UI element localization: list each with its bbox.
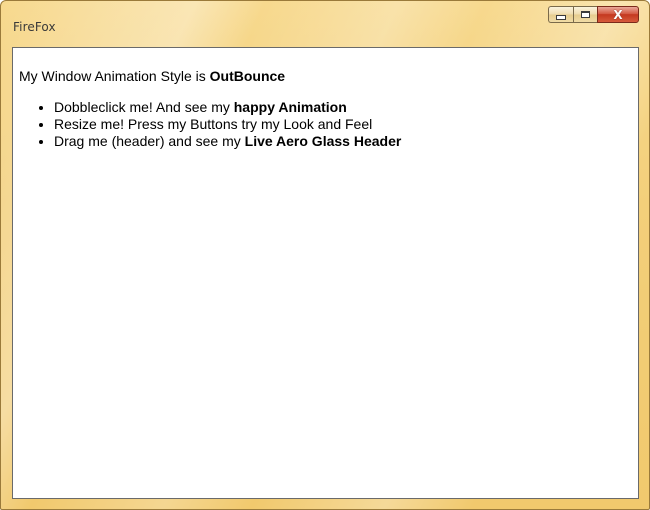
list-item-text: Resize me! Press my Buttons try my Look … bbox=[54, 116, 373, 132]
application-window: FireFox X My Window Animation Style is O… bbox=[0, 0, 650, 510]
intro-label: My Window Animation Style is bbox=[19, 68, 210, 84]
animation-style-value: OutBounce bbox=[209, 68, 286, 84]
window-controls: X bbox=[548, 6, 639, 24]
list-item: Dobbleclick me! And see my happy Animati… bbox=[54, 99, 401, 116]
list-item: Resize me! Press my Buttons try my Look … bbox=[54, 116, 401, 133]
minimize-button[interactable] bbox=[548, 6, 573, 23]
window-title: FireFox bbox=[13, 20, 56, 34]
close-icon: X bbox=[613, 7, 623, 22]
close-button[interactable]: X bbox=[597, 6, 639, 23]
minimize-icon bbox=[556, 14, 566, 20]
window-titlebar[interactable]: FireFox X bbox=[1, 1, 649, 47]
maximize-button[interactable] bbox=[573, 6, 597, 23]
instruction-list: Dobbleclick me! And see my happy Animati… bbox=[19, 99, 401, 150]
list-item-text: Drag me (header) and see my bbox=[54, 133, 245, 149]
list-item-emphasis: Live Aero Glass Header bbox=[244, 133, 402, 149]
list-item-emphasis: happy Animation bbox=[233, 99, 347, 115]
content-panel: My Window Animation Style is OutBounce D… bbox=[12, 47, 639, 499]
maximize-icon bbox=[581, 11, 590, 18]
list-item-text: Dobbleclick me! And see my bbox=[54, 99, 234, 115]
animation-style-text: My Window Animation Style is OutBounce bbox=[19, 68, 285, 84]
list-item: Drag me (header) and see my Live Aero Gl… bbox=[54, 133, 401, 150]
